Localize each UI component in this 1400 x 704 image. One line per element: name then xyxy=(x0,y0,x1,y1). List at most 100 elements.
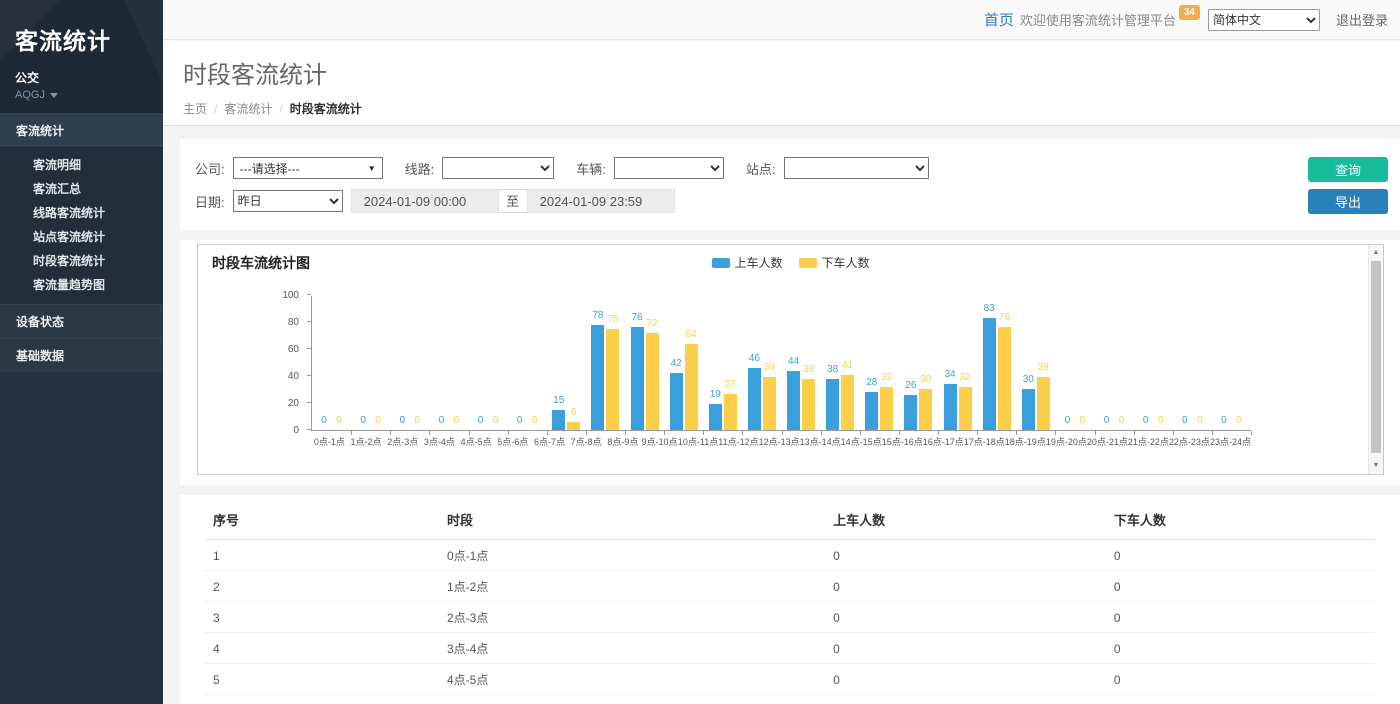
breadcrumb-item-1[interactable]: 客流统计 xyxy=(224,102,272,116)
bar-alight[interactable] xyxy=(1037,377,1050,430)
bar-alight[interactable] xyxy=(724,394,737,430)
export-button[interactable]: 导出 xyxy=(1308,189,1388,214)
language-select[interactable]: 简体中文 xyxy=(1208,9,1320,31)
app-root: 客流统计 公交 AQGJ 客流统计 客流明细客流汇总线路客流统计站点客流统计时段… xyxy=(0,0,1400,704)
bar-value-label: 64 xyxy=(678,329,705,340)
query-button[interactable]: 查询 xyxy=(1308,157,1388,182)
bar-board[interactable] xyxy=(983,318,996,430)
chart-category-18: 3039 xyxy=(1016,296,1055,430)
bar-board[interactable] xyxy=(787,371,800,430)
x-axis-label-6: 6点-7点 xyxy=(531,435,568,448)
table-row: 54点-5点00 xyxy=(205,664,1375,695)
sidebar-item-device-status[interactable]: 设备状态 xyxy=(0,304,163,338)
bar-value-label: 32 xyxy=(952,372,979,383)
bar-alight[interactable] xyxy=(802,379,815,430)
bar-pair: 2630 xyxy=(904,296,932,430)
y-tick-mark xyxy=(307,294,311,295)
bar-alight[interactable] xyxy=(567,422,580,430)
bar-alight[interactable] xyxy=(606,329,619,430)
sidebar-item-passenger-stats[interactable]: 客流统计 xyxy=(0,113,163,147)
date-from-input[interactable]: 2024-01-09 00:00 xyxy=(351,189,499,213)
x-axis-label-23: 23点-24点 xyxy=(1210,435,1251,448)
bar-value-label: 39 xyxy=(1030,362,1057,373)
chart-category-4: 00 xyxy=(469,296,508,430)
chart-panel: 时段车流统计图 上车人数下车人数 020406080100 0000000000… xyxy=(180,240,1400,485)
breadcrumb-item-0[interactable]: 主页 xyxy=(183,102,207,116)
bar-pair: 4264 xyxy=(670,296,698,430)
chart-category-8: 7672 xyxy=(625,296,664,430)
chart-category-23: 00 xyxy=(1212,296,1251,430)
org-switcher[interactable]: AQGJ xyxy=(15,89,163,101)
bar-value-label: 76 xyxy=(991,312,1018,323)
bar-board[interactable] xyxy=(591,325,604,430)
bar-value-label: 15 xyxy=(545,395,572,406)
sidebar-subitem-5[interactable]: 客流量趋势图 xyxy=(0,273,163,297)
home-link[interactable]: 首页 xyxy=(984,9,1014,30)
bar-alight[interactable] xyxy=(998,327,1011,430)
notification-badge: 34 xyxy=(1179,5,1200,20)
table-cell: 0 xyxy=(825,664,1106,695)
line-select[interactable] xyxy=(442,157,554,179)
legend-item-1[interactable]: 下车人数 xyxy=(799,254,870,271)
bar-board[interactable] xyxy=(904,395,917,430)
legend-item-0[interactable]: 上车人数 xyxy=(711,254,782,271)
date-to-input[interactable]: 2024-01-09 23:59 xyxy=(527,189,675,213)
sidebar-subitem-2[interactable]: 线路客流统计 xyxy=(0,201,163,225)
vehicle-select[interactable] xyxy=(614,157,724,179)
scrollbar-thumb[interactable] xyxy=(1371,261,1381,453)
date-to-separator: 至 xyxy=(499,189,527,213)
chart-category-15: 2630 xyxy=(899,296,938,430)
bar-board[interactable] xyxy=(1022,389,1035,430)
bar-board[interactable] xyxy=(670,373,683,430)
bar-board[interactable] xyxy=(709,404,722,430)
bar-pair: 3039 xyxy=(1022,296,1050,430)
bar-pair: 00 xyxy=(513,296,541,430)
bar-alight[interactable] xyxy=(959,387,972,430)
table-panel: 序号时段上车人数下车人数 10点-1点0021点-2点0032点-3点0043点… xyxy=(180,495,1400,704)
bar-alight[interactable] xyxy=(880,387,893,430)
dropdown-arrow-icon: ▼ xyxy=(368,164,376,173)
bar-alight[interactable] xyxy=(919,389,932,430)
bar-board[interactable] xyxy=(865,392,878,430)
filter-row-2: 日期: 昨日 2024-01-09 00:00 至 2024-01-09 23:… xyxy=(195,189,1400,213)
station-select[interactable] xyxy=(784,157,929,179)
bar-alight[interactable] xyxy=(646,333,659,430)
company-select[interactable]: ---请选择--- ▼ xyxy=(233,157,383,179)
table-header-3: 下车人数 xyxy=(1106,497,1375,540)
sidebar-subitem-3[interactable]: 站点客流统计 xyxy=(0,225,163,249)
table-cell: 0 xyxy=(825,571,1106,602)
table-header-0: 序号 xyxy=(205,497,439,540)
chart-category-13: 3841 xyxy=(821,296,860,430)
app-logo-title: 客流统计 xyxy=(15,22,163,56)
bar-value-label: 0 xyxy=(1108,415,1135,426)
y-tick-mark xyxy=(307,429,311,430)
bar-board[interactable] xyxy=(944,384,957,430)
table-cell: 0 xyxy=(825,633,1106,664)
table-cell: 4点-5点 xyxy=(439,664,825,695)
bar-board[interactable] xyxy=(826,379,839,430)
scroll-down-icon[interactable]: ▼ xyxy=(1369,459,1383,473)
scroll-up-icon[interactable]: ▲ xyxy=(1369,246,1383,260)
vehicle-label: 车辆: xyxy=(576,159,606,178)
bar-board[interactable] xyxy=(631,327,644,430)
x-axis-label-14: 14点-15点 xyxy=(841,435,882,448)
chart-scrollbar[interactable]: ▲ ▼ xyxy=(1368,245,1383,474)
bar-value-label: 6 xyxy=(560,407,587,418)
caret-down-icon xyxy=(50,93,58,98)
y-tick-label: 0 xyxy=(293,425,299,436)
date-preset-select[interactable]: 昨日 xyxy=(233,190,343,212)
x-axis-label-7: 7点-8点 xyxy=(568,435,605,448)
sidebar-subitem-0[interactable]: 客流明细 xyxy=(0,153,163,177)
logout-link[interactable]: 退出登录 xyxy=(1336,10,1388,29)
sidebar-subitem-1[interactable]: 客流汇总 xyxy=(0,177,163,201)
table-cell: 1点-2点 xyxy=(439,571,825,602)
sidebar-item-base-data[interactable]: 基础数据 xyxy=(0,338,163,372)
bar-alight[interactable] xyxy=(841,375,854,430)
bar-board[interactable] xyxy=(748,368,761,430)
hour-stats-table: 序号时段上车人数下车人数 10点-1点0021点-2点0032点-3点0043点… xyxy=(205,497,1375,704)
content: 公司: ---请选择--- ▼ 线路: 车辆: 站点: 日期: 昨日 2024-… xyxy=(163,127,1400,704)
bar-alight[interactable] xyxy=(763,377,776,430)
station-label: 站点: xyxy=(746,159,776,178)
bar-alight[interactable] xyxy=(685,344,698,430)
sidebar-subitem-4[interactable]: 时段客流统计 xyxy=(0,249,163,273)
